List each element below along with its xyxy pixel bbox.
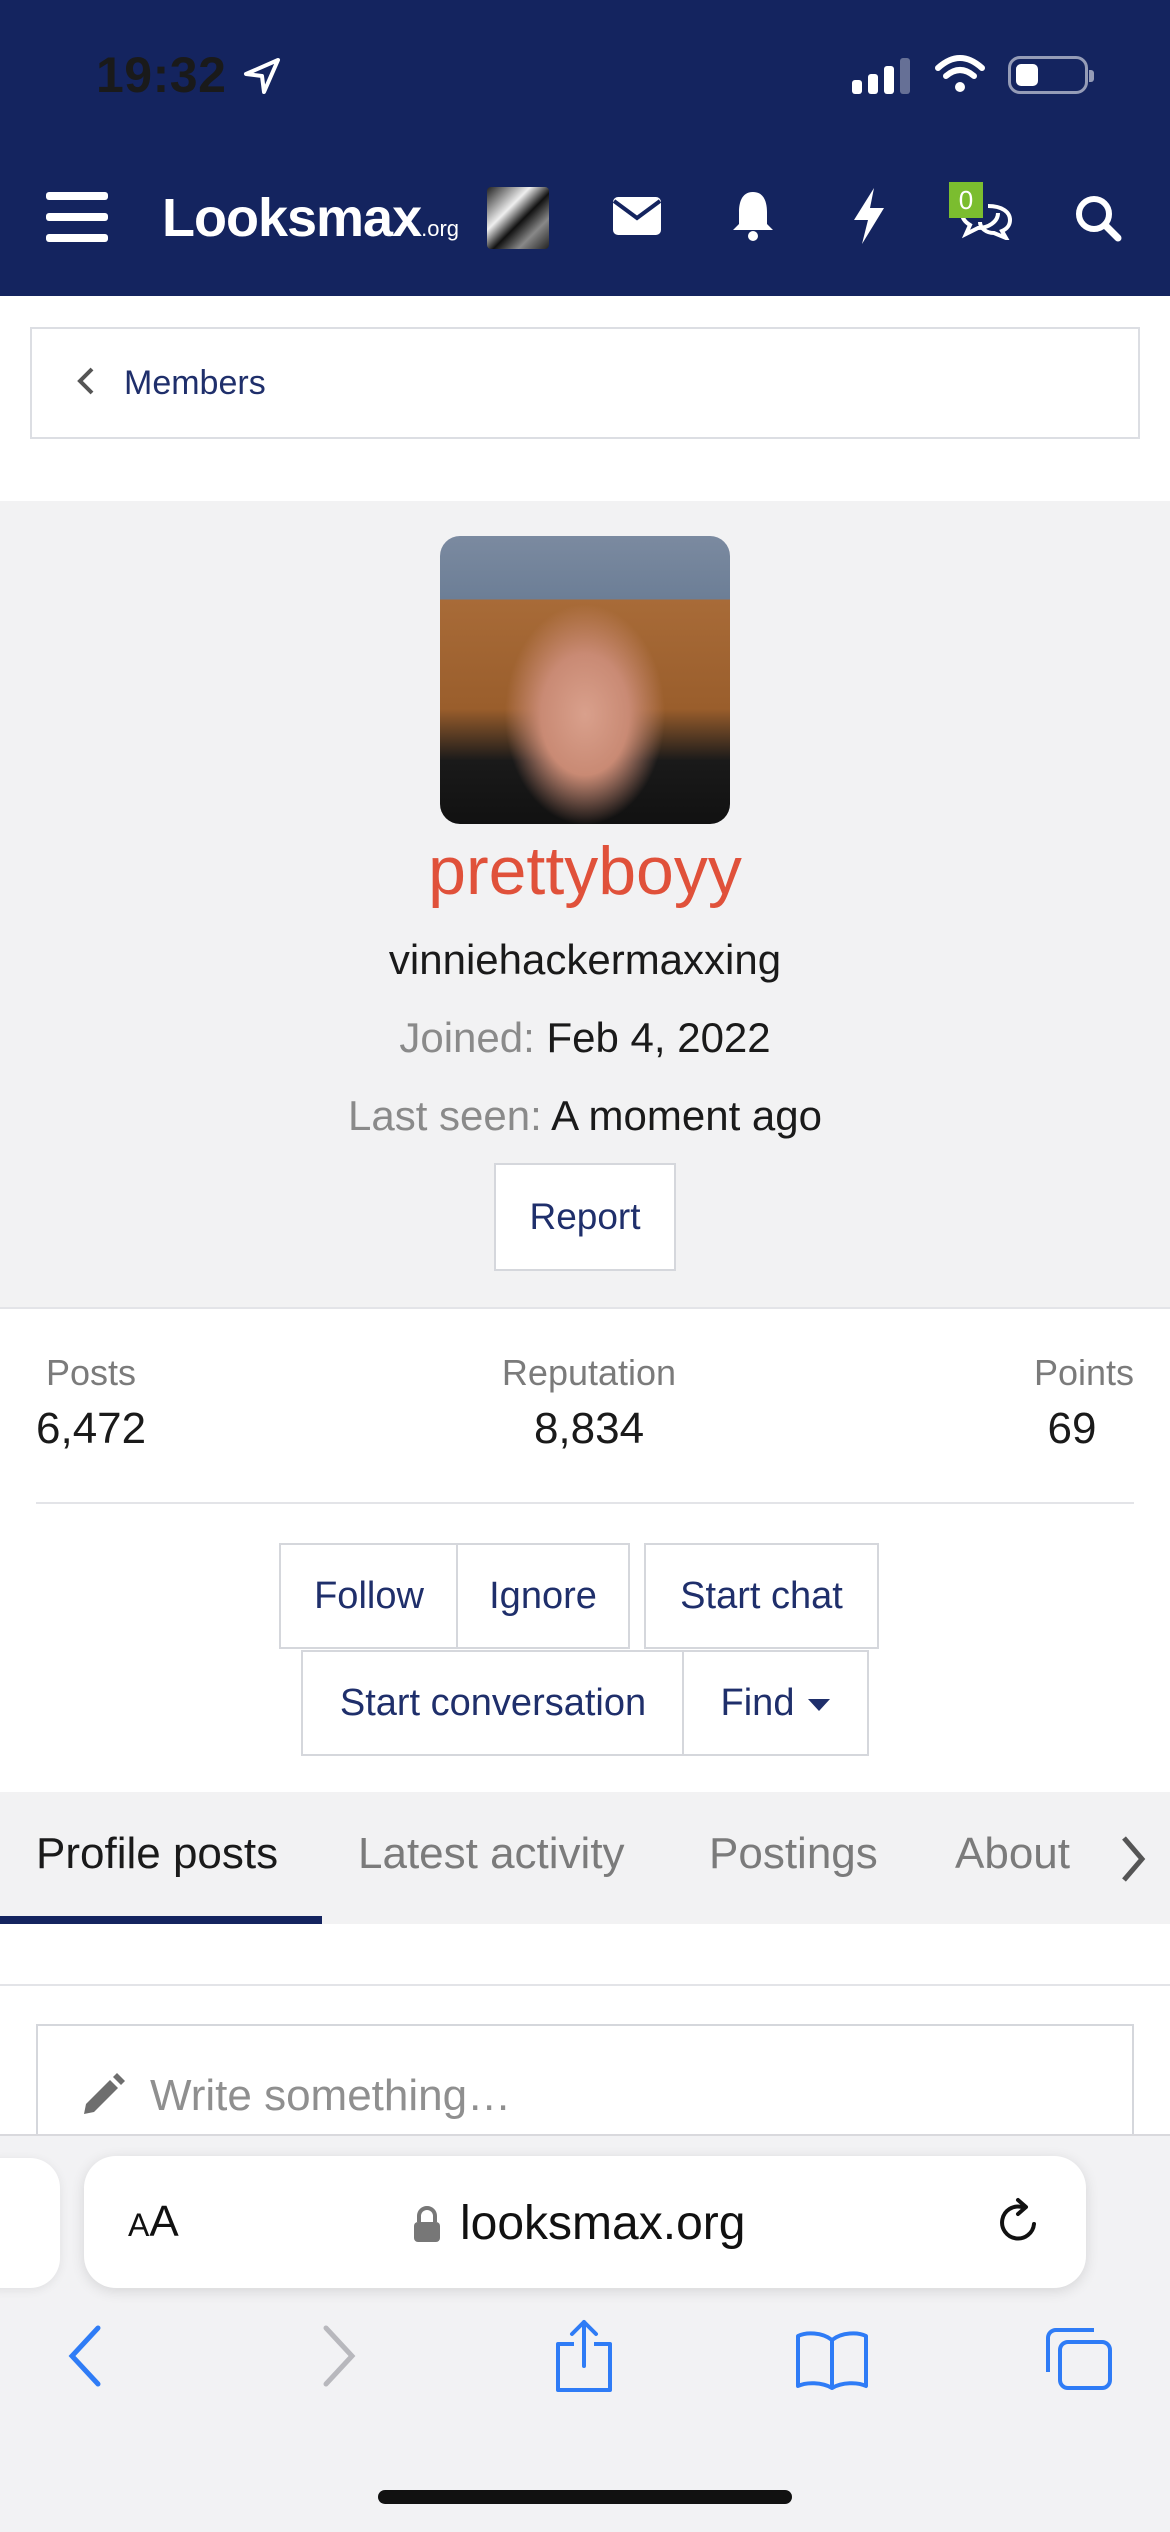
stats-divider — [36, 1502, 1134, 1504]
chevron-left-icon — [76, 366, 96, 401]
forward-arrow-icon[interactable] — [318, 2324, 358, 2393]
last-seen-label: Last seen: — [348, 1092, 542, 1139]
points-label: Points — [1033, 1352, 1134, 1393]
tab-postings[interactable]: Postings — [709, 1829, 878, 1879]
start-conversation-button[interactable]: Start conversation — [301, 1650, 685, 1756]
joined-value: Feb 4, 2022 — [546, 1014, 771, 1061]
active-tab-indicator — [0, 1916, 322, 1924]
battery-icon — [1008, 56, 1094, 94]
tab-latest-activity[interactable]: Latest activity — [358, 1829, 625, 1879]
profile-avatar[interactable] — [440, 536, 730, 824]
previous-tab-preview[interactable] — [0, 2158, 60, 2288]
tab-profile-posts[interactable]: Profile posts — [36, 1829, 278, 1879]
lock-icon — [412, 2206, 442, 2249]
pencil-icon — [78, 2070, 128, 2125]
content-divider — [0, 1984, 1170, 1986]
site-header — [0, 0, 1170, 296]
breadcrumb[interactable]: Members — [30, 327, 1140, 439]
caret-down-icon — [808, 1699, 831, 1711]
composer-placeholder[interactable]: Write something… — [150, 2071, 511, 2121]
start-chat-button[interactable]: Start chat — [644, 1543, 879, 1649]
location-arrow-icon — [242, 56, 282, 101]
search-icon[interactable] — [1074, 194, 1122, 242]
bell-icon[interactable] — [731, 190, 775, 242]
follow-button[interactable]: Follow — [279, 1543, 459, 1649]
back-arrow-icon[interactable] — [66, 2324, 106, 2393]
posts-label: Posts — [46, 1352, 137, 1393]
find-dropdown-button[interactable]: Find — [682, 1650, 869, 1756]
cellular-signal-icon — [852, 58, 910, 94]
home-indicator — [378, 2490, 792, 2504]
find-label: Find — [720, 1681, 795, 1724]
joined-line: Joined: Feb 4, 2022 — [0, 1014, 1170, 1062]
bolt-icon[interactable] — [852, 188, 886, 244]
stat-points[interactable]: Points 69 — [1010, 1352, 1134, 1454]
ignore-button[interactable]: Ignore — [456, 1543, 630, 1649]
tab-about[interactable]: About — [955, 1829, 1070, 1879]
wifi-icon — [934, 54, 986, 99]
current-user-avatar[interactable] — [487, 187, 549, 249]
profile-user-title: vinniehackermaxxing — [388, 936, 782, 983]
menu-icon[interactable] — [46, 190, 108, 244]
last-seen-line: Last seen: A moment ago — [0, 1092, 1170, 1140]
last-seen-value: A moment ago — [551, 1092, 822, 1139]
mail-icon[interactable] — [612, 196, 662, 236]
breadcrumb-members-link[interactable]: Members — [124, 364, 266, 403]
report-button[interactable]: Report — [494, 1163, 676, 1271]
url-text[interactable]: looksmax.org — [460, 2196, 745, 2251]
text-size-button[interactable]: AA — [128, 2197, 179, 2247]
status-time: 19:32 — [96, 47, 227, 103]
points-value: 69 — [1047, 1404, 1097, 1453]
reputation-value: 8,834 — [533, 1404, 645, 1453]
posts-value: 6,472 — [36, 1404, 147, 1453]
joined-label: Joined: — [399, 1014, 535, 1061]
bookmarks-icon[interactable] — [794, 2330, 870, 2395]
reload-icon[interactable] — [992, 2196, 1044, 2253]
site-logo[interactable]: Looksmax.org — [162, 187, 459, 249]
reputation-label: Reputation — [501, 1352, 677, 1393]
chevron-right-icon[interactable] — [1118, 1834, 1148, 1889]
stat-reputation[interactable]: Reputation 8,834 — [494, 1352, 684, 1454]
tabs-icon[interactable] — [1044, 2326, 1114, 2397]
share-icon[interactable] — [552, 2318, 616, 2399]
profile-username[interactable]: prettyboyy — [0, 832, 1170, 910]
stat-posts[interactable]: Posts 6,472 — [36, 1352, 146, 1454]
chat-count-badge: 0 — [949, 182, 983, 218]
